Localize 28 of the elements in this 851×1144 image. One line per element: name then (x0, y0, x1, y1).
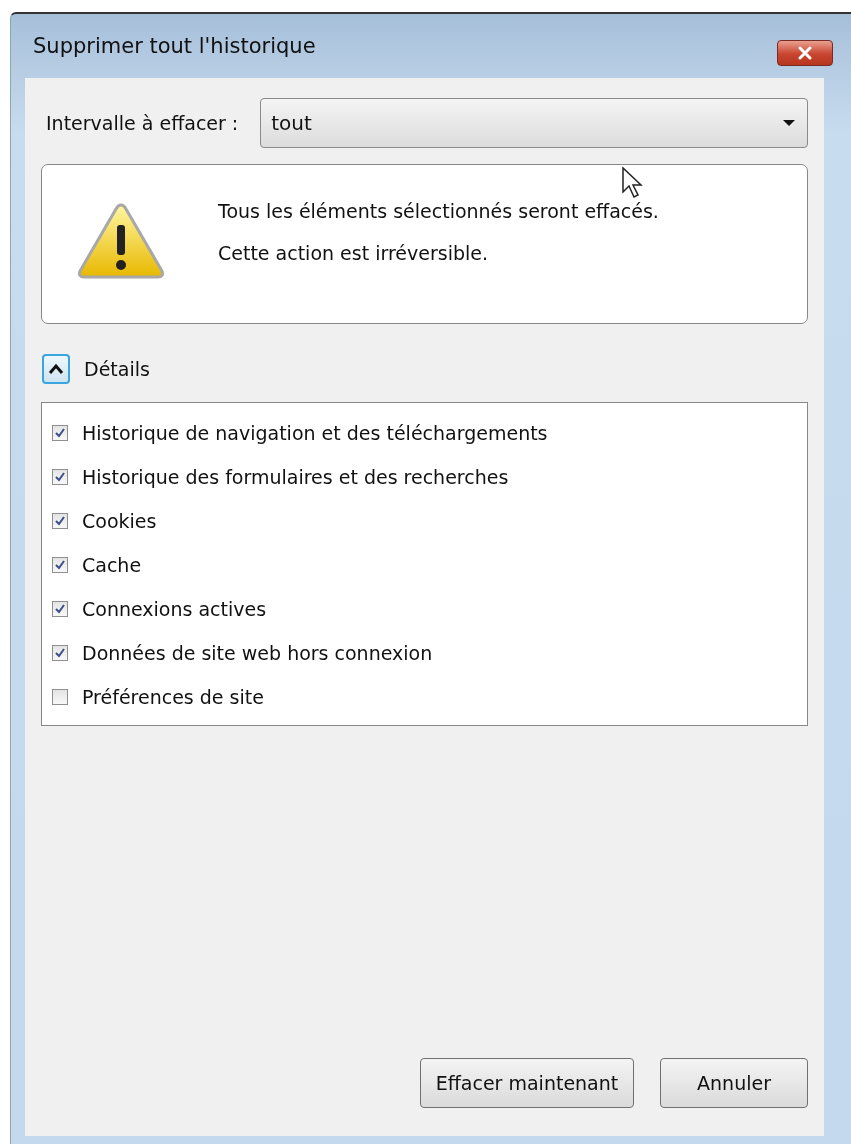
range-label: Intervalle à effacer : (46, 112, 239, 134)
checkbox[interactable] (52, 513, 68, 529)
details-label: Détails (84, 358, 150, 380)
warning-icon (76, 201, 166, 281)
close-icon (796, 46, 814, 60)
checkbox[interactable] (52, 469, 68, 485)
checkbox-label: Données de site web hors connexion (82, 642, 433, 664)
details-toggle-button[interactable] (42, 354, 70, 384)
warning-text: Tous les éléments sélectionnés seront effacés. (218, 200, 659, 222)
checkbox[interactable] (52, 557, 68, 573)
close-button[interactable] (777, 40, 833, 66)
checkbox[interactable] (52, 689, 68, 705)
checkbox-label: Connexions actives (82, 598, 267, 620)
chevron-icon (48, 363, 64, 375)
warning-text: Cette action est irréversible. (218, 242, 490, 264)
range-dropdown[interactable]: tout (260, 98, 808, 148)
checkbox-label: Historique des formulaires et des recherches (82, 466, 509, 488)
dialog-button[interactable]: Annuler (660, 1058, 808, 1108)
checkbox[interactable] (52, 425, 68, 441)
checkbox-label: Préférences de site (82, 686, 264, 708)
checkbox-label: Cookies (82, 510, 157, 532)
dialog-button[interactable]: Effacer maintenant (420, 1058, 634, 1108)
checkbox[interactable] (52, 645, 68, 661)
checkbox[interactable] (52, 601, 68, 617)
checkbox-label: Cache (82, 554, 142, 576)
checkbox-label: Historique de navigation et des téléchargements (82, 422, 548, 444)
window-title: Supprimer tout l'historique (33, 34, 316, 58)
dropdown-caret-icon (783, 119, 795, 127)
